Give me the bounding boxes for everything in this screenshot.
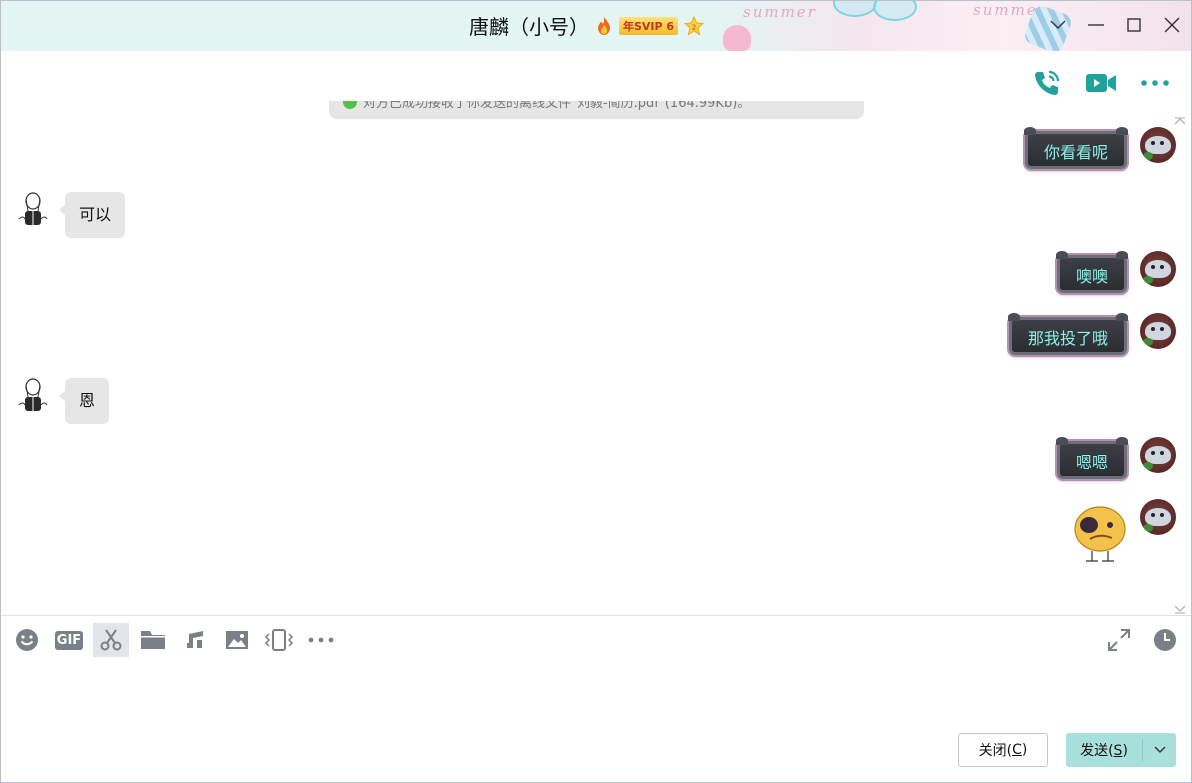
message-bubble-friend[interactable]: 恩 — [58, 378, 110, 424]
svip-badge[interactable]: 年SVIP 6 — [619, 16, 679, 35]
window-controls — [1047, 13, 1183, 37]
close-button-suffix: ) — [1021, 742, 1028, 758]
scroll-up-icon[interactable] — [1173, 111, 1187, 125]
send-button-label-group[interactable]: 发送(S) — [1066, 740, 1142, 760]
message-bubble-mine[interactable]: 嗯嗯 — [1055, 437, 1129, 479]
emoji-icon[interactable] — [9, 623, 45, 657]
sticker-message[interactable] — [1072, 503, 1128, 565]
call-toolbar — [1031, 67, 1171, 99]
system-notice: 对方已成功接收了你发送的离线文件"刘毅-简历.pdf"(164.99Kb)。 — [329, 101, 864, 119]
history-clock-icon[interactable] — [1147, 623, 1183, 657]
more-options-icon[interactable] — [1139, 67, 1171, 99]
send-button-label: 发送( — [1080, 743, 1114, 759]
input-toolbar-right — [1101, 623, 1183, 657]
scroll-down-icon[interactable] — [1173, 599, 1187, 614]
message-bubble-mine[interactable]: 你看看呢 — [1023, 127, 1129, 169]
sunglasses-deco — [833, 1, 877, 17]
music-icon[interactable] — [177, 623, 213, 657]
avatar-mine[interactable] — [1140, 251, 1176, 287]
close-button-key: C — [1012, 742, 1022, 758]
title-bar[interactable]: summer summer 唐麟（小号） 年SVIP 6 2 — [1, 1, 1191, 51]
image-icon[interactable] — [219, 623, 255, 657]
svip-star-icon: 2 — [683, 15, 705, 36]
more-tools-icon[interactable] — [303, 623, 339, 657]
message-bubble-mine[interactable]: 那我投了哦 — [1007, 313, 1129, 355]
chat-window: summer summer 唐麟（小号） 年SVIP 6 2 对方已成功接收了你… — [0, 0, 1192, 783]
screenshot-scissors-icon[interactable] — [93, 623, 129, 657]
send-button[interactable]: 发送(S) — [1066, 733, 1176, 767]
close-icon[interactable] — [1161, 13, 1183, 37]
fire-icon — [595, 16, 613, 36]
shake-icon[interactable] — [261, 623, 297, 657]
system-notice-text: 对方已成功接收了你发送的离线文件"刘毅-简历.pdf"(164.99Kb)。 — [363, 101, 751, 111]
gif-label: GIF — [54, 630, 84, 650]
success-check-icon — [343, 101, 357, 109]
input-divider — [1, 615, 1191, 616]
phone-call-icon[interactable] — [1031, 67, 1063, 99]
window-title: 唐麟（小号） — [469, 15, 589, 39]
svip-level: 2 — [692, 23, 696, 31]
pink-bow-deco — [723, 25, 751, 51]
avatar-friend[interactable] — [15, 375, 51, 415]
sunglasses-deco-2 — [873, 1, 917, 21]
gif-icon[interactable]: GIF — [51, 623, 87, 657]
input-toolbar: GIF — [9, 623, 339, 657]
send-options-chevron-icon[interactable] — [1143, 746, 1176, 754]
expand-icon[interactable] — [1101, 623, 1137, 657]
window-title-group: 唐麟（小号） 年SVIP 6 2 — [469, 11, 705, 40]
avatar-mine[interactable] — [1140, 313, 1176, 349]
message-list[interactable]: 对方已成功接收了你发送的离线文件"刘毅-简历.pdf"(164.99Kb)。 你… — [1, 99, 1191, 615]
folder-icon[interactable] — [135, 623, 171, 657]
minimize-icon[interactable] — [1085, 13, 1107, 37]
message-bubble-friend[interactable]: 可以 — [58, 192, 126, 238]
deco-text: summer — [743, 3, 817, 21]
avatar-mine[interactable] — [1140, 437, 1176, 473]
chevron-down-icon[interactable] — [1047, 13, 1069, 37]
video-call-icon[interactable] — [1085, 67, 1117, 99]
send-button-suffix: ) — [1122, 743, 1128, 759]
close-button-label: 关闭( — [978, 743, 1013, 759]
maximize-icon[interactable] — [1123, 13, 1145, 37]
message-input[interactable] — [1, 663, 1191, 723]
avatar-mine[interactable] — [1140, 127, 1176, 163]
close-button[interactable]: 关闭(C) — [958, 733, 1048, 767]
message-bubble-mine[interactable]: 噢噢 — [1055, 251, 1129, 293]
avatar-friend[interactable] — [15, 189, 51, 229]
avatar-mine[interactable] — [1140, 499, 1176, 535]
